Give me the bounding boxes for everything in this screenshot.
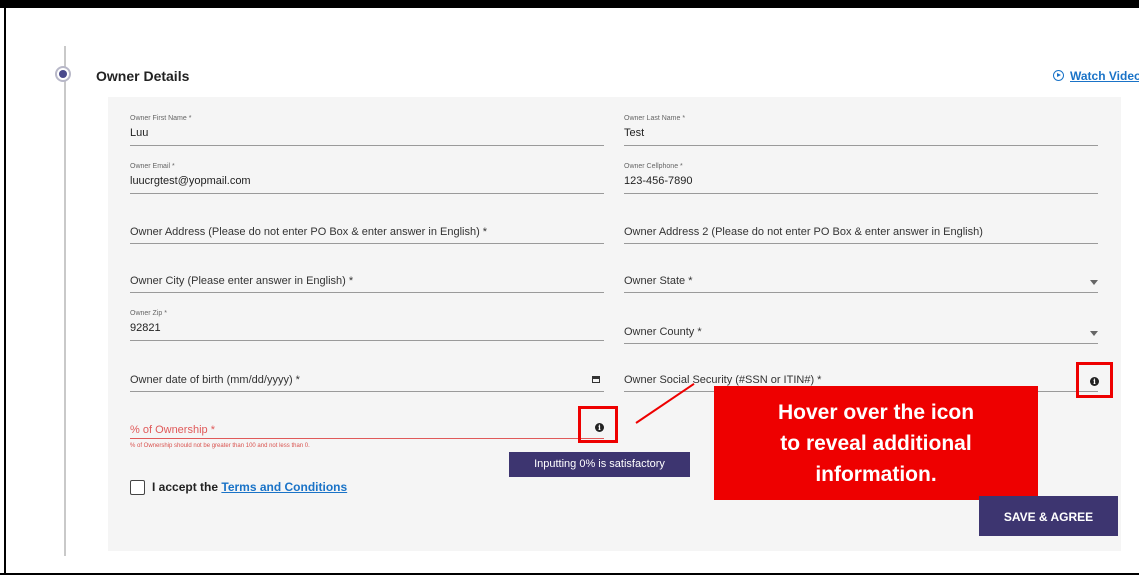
watch-video-link[interactable]: Watch Video (1053, 69, 1139, 83)
calendar-icon[interactable] (592, 376, 600, 383)
field-value: 123-456-7890 (624, 175, 693, 187)
owner-dob-field[interactable]: Owner date of birth (mm/dd/yyyy) * (130, 361, 604, 392)
terms-checkbox[interactable] (130, 480, 145, 495)
field-placeholder: Owner Social Security (#SSN or ITIN#) * (624, 374, 822, 386)
field-placeholder: % of Ownership * (130, 424, 215, 436)
watch-video-label: Watch Video (1070, 69, 1139, 83)
field-label: Owner First Name * (130, 115, 192, 122)
terms-link[interactable]: Terms and Conditions (221, 480, 347, 494)
field-value: luucrgtest@yopmail.com (130, 175, 251, 187)
field-value: Test (624, 127, 645, 139)
chevron-down-icon (1090, 331, 1098, 336)
field-placeholder: Owner Address (Please do not enter PO Bo… (130, 226, 488, 238)
owner-cellphone-field[interactable]: Owner Cellphone * 123-456-7890 (624, 163, 1098, 194)
owner-first-name-field[interactable]: Owner First Name * Luu (130, 115, 604, 146)
field-value: Luu (130, 127, 149, 139)
callout-line: to reveal additional (780, 432, 972, 455)
owner-last-name-field[interactable]: Owner Last Name * Test (624, 115, 1098, 146)
field-label: Owner Email * (130, 163, 175, 170)
section-title: Owner Details (96, 68, 190, 84)
ownership-error-message: % of Ownership should not be greater tha… (130, 443, 310, 449)
terms-text: I accept the Terms and Conditions (152, 480, 347, 494)
annotation-callout: Hover over the icon to reveal additional… (714, 386, 1038, 500)
owner-state-select[interactable]: Owner State * (624, 262, 1098, 293)
callout-line: Hover over the icon (777, 401, 975, 424)
owner-address-field[interactable]: Owner Address (Please do not enter PO Bo… (130, 213, 604, 244)
owner-county-select[interactable]: Owner County * (624, 313, 1098, 344)
window-top-border (0, 0, 1139, 8)
field-label: Owner Last Name * (624, 115, 686, 122)
window-left-border (4, 8, 6, 575)
field-label: Owner Cellphone * (624, 163, 683, 170)
owner-zip-field[interactable]: Owner Zip * 92821 (130, 310, 604, 341)
owner-address2-field[interactable]: Owner Address 2 (Please do not enter PO … (624, 213, 1098, 244)
field-label: Owner Zip * (130, 310, 167, 317)
ssn-info-highlight-box (1076, 362, 1113, 398)
ownership-info-highlight-box (578, 406, 618, 443)
save-and-agree-button[interactable]: SAVE & AGREE (979, 496, 1118, 536)
callout-line: information. (815, 463, 937, 486)
field-placeholder: Owner State * (624, 275, 693, 287)
field-placeholder: Owner Address 2 (Please do not enter PO … (624, 226, 983, 238)
terms-prefix: I accept the (152, 480, 219, 494)
owner-city-field[interactable]: Owner City (Please enter answer in Engli… (130, 262, 604, 293)
step-timeline (64, 46, 66, 556)
chevron-down-icon (1090, 280, 1098, 285)
ownership-percent-field[interactable]: % of Ownership * (130, 412, 604, 439)
field-placeholder: Owner date of birth (mm/dd/yyyy) * (130, 374, 300, 386)
step-indicator-icon (55, 66, 71, 82)
field-value: 92821 (130, 322, 161, 334)
field-placeholder: Owner City (Please enter answer in Engli… (130, 275, 354, 287)
play-icon (1053, 70, 1064, 81)
field-placeholder: Owner County * (624, 326, 702, 338)
owner-email-field[interactable]: Owner Email * luucrgtest@yopmail.com (130, 163, 604, 194)
ownership-tooltip: Inputting 0% is satisfactory (509, 452, 690, 477)
